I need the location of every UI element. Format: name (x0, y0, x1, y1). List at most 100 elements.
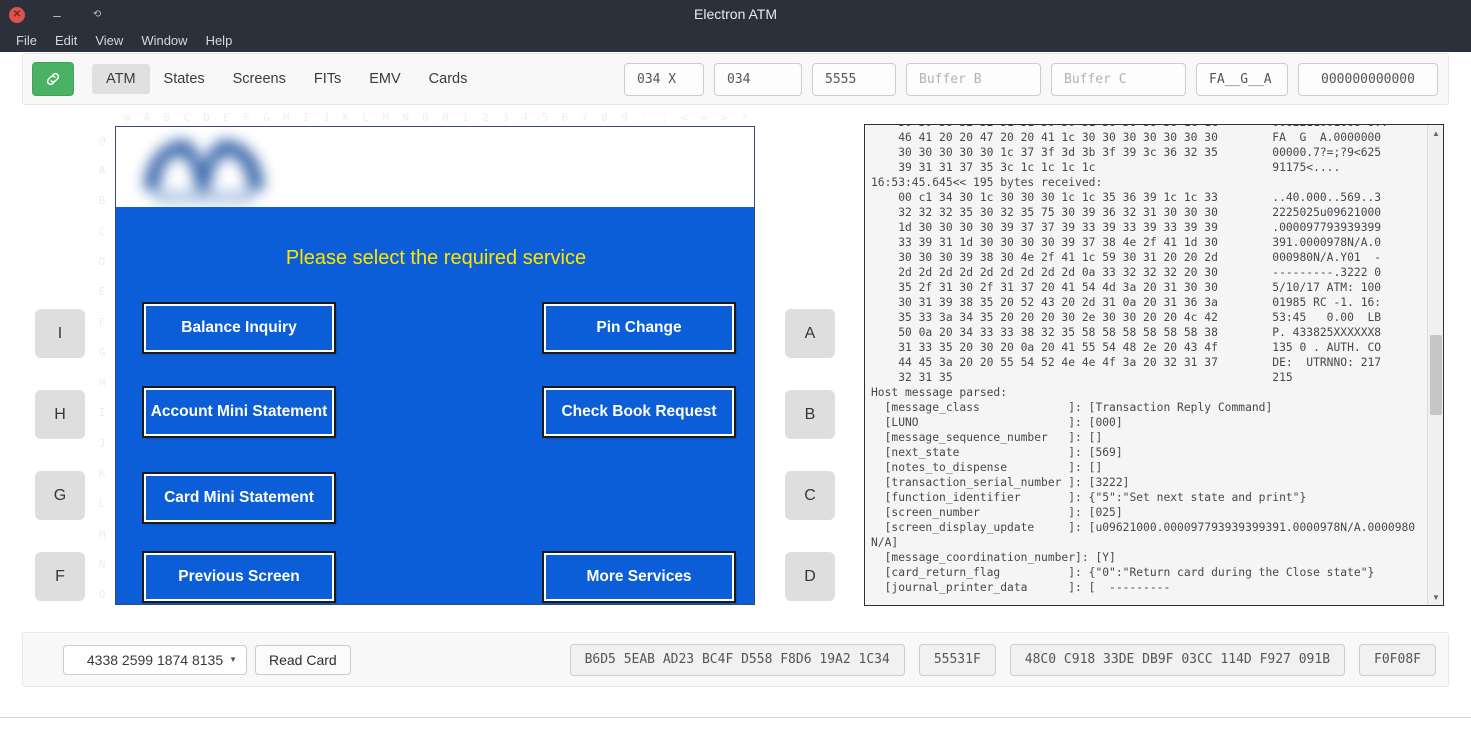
atm-display-header (116, 127, 754, 207)
tab-cards[interactable]: Cards (415, 64, 482, 94)
atm-option-balance-inquiry[interactable]: Balance Inquiry (142, 302, 336, 354)
tab-fits[interactable]: FITs (300, 64, 355, 94)
host-log-panel: 30 30 36 32 32 31 31 30 30 31 36 36 38 3… (864, 124, 1444, 606)
screen-row-label: M (98, 527, 106, 541)
log-scrollbar-thumb[interactable] (1430, 335, 1442, 415)
screen-row-label: F (98, 315, 106, 329)
sidekey-B[interactable]: B (785, 390, 835, 439)
screen-row-label: A (98, 163, 106, 177)
scroll-up-arrow-icon[interactable]: ▲ (1428, 126, 1443, 140)
screen-row-label: C (98, 224, 106, 238)
screen-column-label: = (700, 110, 708, 124)
title-bar: ✕ – ⟲ Electron ATM (0, 0, 1471, 29)
tab-states[interactable]: States (150, 64, 219, 94)
screen-column-label: D (203, 110, 210, 124)
screen-column-label: 8 (601, 110, 609, 124)
window-title: Electron ATM (694, 6, 777, 22)
atm-option-more-services[interactable]: More Services (542, 551, 736, 603)
screen-row-label: O (98, 588, 106, 602)
screen-column-label: N (402, 110, 409, 124)
screen-row-label: L (98, 497, 106, 511)
menu-item-help[interactable]: Help (197, 31, 242, 50)
read-card-button[interactable]: Read Card (255, 644, 351, 675)
tab-atm[interactable]: ATM (92, 64, 150, 94)
atm-option-card-mini-statement[interactable]: Card Mini Statement (142, 472, 336, 524)
link-icon[interactable] (32, 62, 74, 96)
footer-divider (0, 717, 1471, 718)
screen-row-label: B (98, 194, 106, 208)
screen-column-ruler: @ A B C D E F G H I J K L M N 0 0 1 2 3 4 5 6 7 8 9:; < = >? (117, 109, 754, 125)
screen-row-label: D (98, 254, 106, 268)
buffer-c-field[interactable]: Buffer C (1051, 62, 1186, 96)
track3-field[interactable]: 48C0 C918 33DE DB9F 03CC 114D F927 091B (1009, 643, 1346, 676)
screen-column-label: 0 (422, 110, 429, 124)
screen-column-label: 5 (541, 110, 549, 124)
screen-column-label: 2 (481, 110, 489, 124)
track2-field[interactable]: B6D5 5EAB AD23 BC4F D558 F8D6 19A2 1C34 (569, 643, 905, 676)
menu-item-window[interactable]: Window (132, 31, 196, 50)
card-select[interactable]: 4338 2599 1874 8135 ▼ (63, 644, 247, 675)
tab-screens[interactable]: Screens (219, 64, 300, 94)
screen-column-label: B (163, 110, 171, 124)
screen-column-label: < (681, 110, 688, 124)
menu-item-file[interactable]: File (7, 31, 46, 50)
screen-column-label: A (143, 110, 151, 124)
screen-column-label: C (183, 110, 190, 124)
screen-column-label: @ (123, 110, 131, 124)
sidekey-D[interactable]: D (785, 552, 835, 601)
atm-option-account-mini-statement[interactable]: Account Mini Statement (142, 386, 336, 438)
card-toolbar: 4338 2599 1874 8135 ▼ Read Card B6D5 5EA… (22, 632, 1449, 687)
sidekey-G[interactable]: G (35, 471, 85, 520)
main-toolbar: ATM States Screens FITs EMV Cards 034 X … (22, 53, 1449, 105)
atm-option-previous-screen[interactable]: Previous Screen (142, 551, 336, 603)
card-data-fields: B6D5 5EAB AD23 BC4F D558 F8D6 19A2 1C34 … (556, 643, 1436, 676)
atm-screen-title: Please select the required service (285, 247, 587, 269)
atm-display: Please select the required service Balan… (115, 126, 755, 605)
state-number-field[interactable]: 034 (714, 62, 802, 96)
screen-column-label: 6 (561, 110, 569, 124)
screen-column-label: G (262, 110, 270, 124)
screen-row-label: G (98, 345, 106, 359)
screen-column-label: L (362, 110, 370, 124)
screen-column-label: : (641, 110, 648, 124)
sidekey-C[interactable]: C (785, 471, 835, 520)
sidekey-A[interactable]: A (785, 309, 835, 358)
card-select-value: 4338 2599 1874 8135 (86, 651, 224, 668)
screen-row-label: @ (98, 133, 106, 147)
screen-column-label: > (720, 110, 728, 124)
screen-row-label: E (98, 285, 106, 299)
menu-item-edit[interactable]: Edit (46, 31, 86, 50)
buffer-a-field[interactable]: 5555 (812, 62, 896, 96)
atm-option-pin-change[interactable]: Pin Change (542, 302, 736, 354)
screen-column-label: M (382, 110, 390, 124)
screen-row-label: J (98, 436, 106, 450)
opcode-buffer-field[interactable]: FA__G__A (1196, 62, 1288, 96)
tab-emv[interactable]: EMV (355, 64, 414, 94)
amount-buffer-field[interactable]: 000000000000 (1298, 62, 1438, 96)
screen-column-label: ? (740, 110, 748, 124)
screen-column-label: E (223, 110, 230, 124)
toolbar-tabs: ATM States Screens FITs EMV Cards (92, 64, 481, 94)
state-field[interactable]: 034 X (624, 62, 704, 96)
scroll-down-arrow-icon[interactable]: ▼ (1428, 590, 1443, 604)
screen-column-label: 4 (521, 110, 529, 124)
screen-row-label: N (98, 558, 106, 572)
screen-column-label: 3 (501, 110, 509, 124)
screen-column-label: F (243, 110, 250, 124)
atm-option-check-book-request[interactable]: Check Book Request (542, 386, 736, 438)
toolbar-buffer-fields: 034 X 034 5555 Buffer B Buffer C FA__G__… (614, 62, 1438, 96)
pinblock-field[interactable]: 55531F (918, 643, 996, 676)
chevron-down-icon: ▼ (229, 655, 237, 664)
screen-column-label: H (282, 110, 290, 124)
sidekey-I[interactable]: I (35, 309, 85, 358)
log-scrollbar[interactable]: ▲ ▼ (1427, 125, 1443, 605)
screen-column-label: K (342, 110, 350, 124)
buffer-b-field[interactable]: Buffer B (906, 62, 1041, 96)
screen-column-label: 0 (442, 110, 449, 124)
screen-row-label: K (98, 467, 106, 481)
sidekey-F[interactable]: F (35, 552, 85, 601)
mac-field[interactable]: F0F08F (1359, 643, 1436, 676)
sidekey-H[interactable]: H (35, 390, 85, 439)
host-log-text: 30 30 36 32 32 31 31 30 30 31 36 36 38 3… (871, 125, 1416, 594)
menu-item-view[interactable]: View (86, 31, 132, 50)
